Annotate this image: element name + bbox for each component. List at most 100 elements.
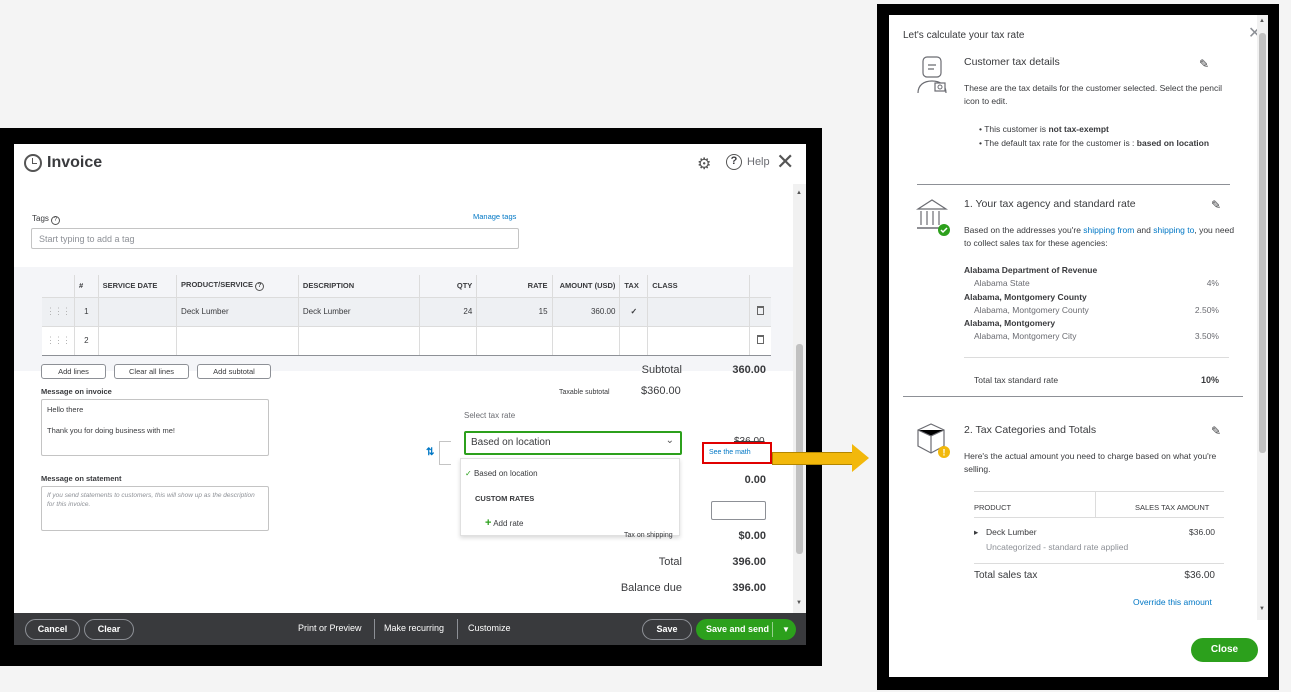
agency-rate: 4% xyxy=(1206,278,1219,288)
edit-pencil-icon[interactable]: ✎ xyxy=(1199,57,1209,71)
rate-cell[interactable]: 15 xyxy=(476,296,553,326)
shipping-from-link[interactable]: shipping from xyxy=(1083,225,1134,235)
tax-categories-description: Here's the actual amount you need to cha… xyxy=(964,451,1217,474)
package-icon: ! xyxy=(917,423,950,458)
row-number: 1 xyxy=(74,296,99,326)
description-cell[interactable]: Deck Lumber xyxy=(298,296,420,326)
customize-link[interactable]: Customize xyxy=(468,623,511,633)
amount-cell[interactable] xyxy=(552,325,621,356)
class-cell[interactable] xyxy=(647,296,750,326)
scrollbar-thumb[interactable] xyxy=(1259,33,1266,453)
row-number: 2 xyxy=(74,325,99,356)
product-item-amount: $36.00 xyxy=(1189,527,1215,537)
agency-name: Alabama, Montgomery County xyxy=(964,292,1087,302)
add-subtotal-button[interactable]: Add subtotal xyxy=(197,364,271,379)
scroll-down-icon[interactable]: ▼ xyxy=(1259,606,1265,612)
check-icon: ✓ xyxy=(465,469,472,478)
tags-input[interactable]: Start typing to add a tag xyxy=(31,228,519,249)
history-icon[interactable] xyxy=(24,154,42,172)
tax-on-shipping-label: Tax on shipping xyxy=(624,532,673,539)
svg-text:!: ! xyxy=(943,448,946,458)
drag-handle-icon[interactable]: ⋮⋮⋮ xyxy=(42,325,75,356)
balance-due-label: Balance due xyxy=(620,582,682,594)
customer-tax-details-heading: Customer tax details xyxy=(964,56,1060,68)
col-product: PRODUCT/SERVICE ? xyxy=(176,275,299,297)
override-amount-link[interactable]: Override this amount xyxy=(1133,596,1212,609)
save-and-send-button[interactable]: Save and send ▼ xyxy=(696,619,796,640)
cancel-button[interactable]: Cancel xyxy=(25,619,80,640)
tax-categories-heading: 2. Tax Categories and Totals xyxy=(964,424,1097,436)
description-cell[interactable] xyxy=(298,325,420,356)
swap-bracket xyxy=(439,441,451,465)
divider xyxy=(964,357,1229,358)
help-link[interactable]: Help xyxy=(747,156,770,168)
message-on-statement-field[interactable]: If you send statements to customers, thi… xyxy=(41,486,269,531)
subtotal-label: Subtotal xyxy=(641,364,682,376)
rate-cell[interactable] xyxy=(476,325,553,356)
see-the-math-link[interactable]: See the math xyxy=(709,449,751,456)
tax-calculation-panel: Let's calculate your tax rate ✕ Customer… xyxy=(889,15,1268,677)
invoice-scrollbar[interactable]: ▲ ▼ xyxy=(793,184,806,613)
scrollbar-thumb[interactable] xyxy=(796,344,803,554)
qty-cell[interactable]: 24 xyxy=(419,296,478,326)
close-icon[interactable]: ✕ xyxy=(776,149,794,175)
scroll-down-icon[interactable]: ▼ xyxy=(796,600,802,606)
divider xyxy=(974,563,1224,564)
product-help-icon[interactable]: ? xyxy=(255,282,265,292)
edit-pencil-icon[interactable]: ✎ xyxy=(1211,424,1221,438)
shipping-input[interactable] xyxy=(711,501,766,520)
swap-icon[interactable]: ⇅ xyxy=(426,447,434,458)
column-divider xyxy=(1095,491,1096,517)
clear-button[interactable]: Clear xyxy=(84,619,134,640)
sales-tax-amount-column-header: SALES TAX AMOUNT xyxy=(1135,503,1210,512)
service-date-cell[interactable] xyxy=(98,325,178,356)
product-cell[interactable] xyxy=(176,325,299,356)
close-button[interactable]: Close xyxy=(1191,638,1258,662)
product-cell[interactable]: Deck Lumber xyxy=(176,296,299,326)
col-qty: QTY xyxy=(419,275,478,297)
dropdown-option-based-on-location[interactable]: ✓ Based on location xyxy=(465,469,538,478)
trash-icon[interactable] xyxy=(749,325,771,356)
add-lines-button[interactable]: Add lines xyxy=(41,364,106,379)
save-button[interactable]: Save xyxy=(642,619,692,640)
total-label: Total xyxy=(658,556,682,568)
gear-icon[interactable]: ⚙ xyxy=(697,154,711,174)
agency-jurisdiction: Alabama, Montgomery County xyxy=(974,305,1089,315)
help-icon[interactable]: ? xyxy=(726,154,742,170)
col-num: # xyxy=(74,275,99,297)
table-row[interactable]: ⋮⋮⋮ 2 xyxy=(42,325,771,356)
tags-help-icon[interactable]: ? xyxy=(50,216,60,225)
service-date-cell[interactable] xyxy=(98,296,178,326)
message-on-statement-label: Message on statement xyxy=(41,474,122,483)
trash-icon[interactable] xyxy=(749,296,771,326)
add-rate-option[interactable]: + Add rate xyxy=(485,517,523,529)
scroll-up-icon[interactable]: ▲ xyxy=(796,190,802,196)
product-item-note: Uncategorized - standard rate applied xyxy=(986,542,1129,552)
manage-tags-link[interactable]: Manage tags xyxy=(473,212,516,221)
amount-cell[interactable]: 360.00 xyxy=(552,296,621,326)
tax-checkbox[interactable] xyxy=(619,325,649,356)
shipping-to-link[interactable]: shipping to xyxy=(1153,225,1194,235)
discount-value: 0.00 xyxy=(744,474,766,486)
clear-all-lines-button[interactable]: Clear all lines xyxy=(114,364,189,379)
drag-handle-icon[interactable]: ⋮⋮⋮ xyxy=(42,296,75,326)
expand-caret-icon[interactable]: ▸ xyxy=(974,526,978,539)
print-preview-link[interactable]: Print or Preview xyxy=(298,623,362,633)
edit-pencil-icon[interactable]: ✎ xyxy=(1211,198,1221,212)
divider xyxy=(974,491,1224,492)
customer-bullet-default-rate: • The default tax rate for the customer … xyxy=(979,138,1210,148)
total-tax-standard-rate-value: 10% xyxy=(1200,375,1219,385)
tax-checkbox[interactable]: ✓ xyxy=(619,296,649,326)
qty-cell[interactable] xyxy=(419,325,478,356)
col-service-date: SERVICE DATE xyxy=(98,275,178,297)
table-row[interactable]: ⋮⋮⋮ 1 Deck Lumber Deck Lumber 24 15 360.… xyxy=(42,296,771,326)
tax-rate-select[interactable]: Based on location ⌄ xyxy=(464,431,682,455)
panel-scrollbar[interactable]: ▲ ▼ xyxy=(1257,15,1268,620)
divider xyxy=(974,517,1224,518)
message-on-invoice-field[interactable]: Hello there Thank you for doing business… xyxy=(41,399,269,456)
caret-down-icon[interactable]: ▼ xyxy=(782,619,790,640)
col-description: DESCRIPTION xyxy=(298,275,420,297)
class-cell[interactable] xyxy=(647,325,750,356)
scroll-up-icon[interactable]: ▲ xyxy=(1259,18,1265,24)
make-recurring-link[interactable]: Make recurring xyxy=(384,623,444,633)
